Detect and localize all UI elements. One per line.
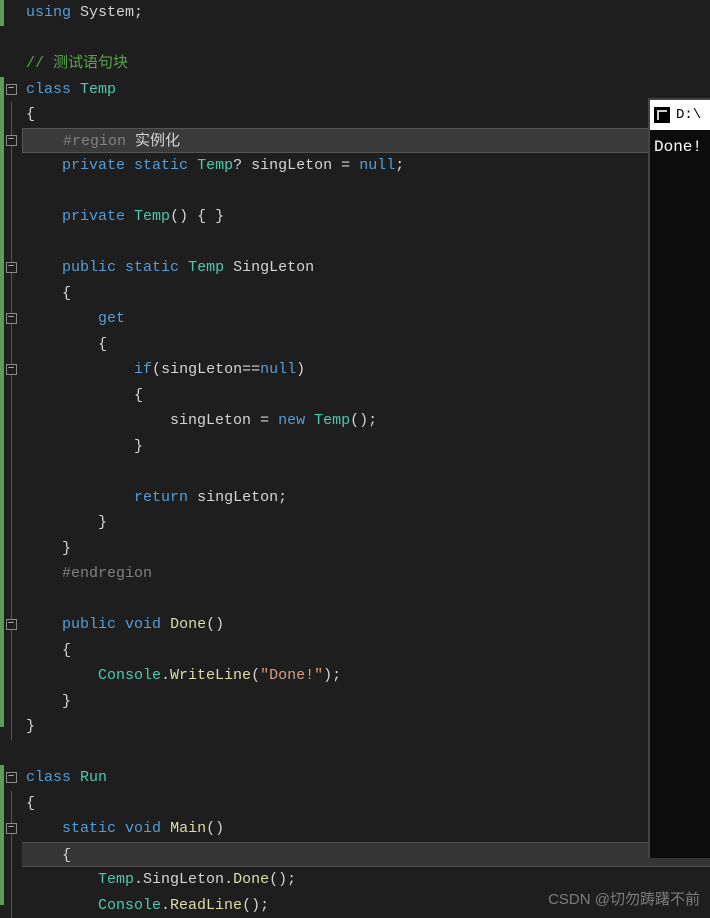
code-line[interactable]: class Temp (26, 77, 710, 103)
code-line[interactable]: class Run (26, 765, 710, 791)
code-line[interactable]: private static Temp? singLeton = null; (26, 153, 710, 179)
fold-toggle[interactable]: − (6, 364, 17, 375)
console-icon (654, 107, 670, 123)
code-line[interactable]: { (26, 102, 710, 128)
code-line[interactable]: { (22, 842, 710, 868)
code-line[interactable]: Console.WriteLine("Done!"); (26, 663, 710, 689)
console-output: Done! (650, 130, 710, 164)
code-line[interactable]: } (26, 536, 710, 562)
fold-toggle[interactable]: − (6, 313, 17, 324)
fold-toggle[interactable]: − (6, 619, 17, 630)
fold-toggle[interactable]: − (6, 772, 17, 783)
code-line[interactable]: #endregion (26, 561, 710, 587)
console-window[interactable]: D:\ Done! (648, 98, 710, 858)
code-line[interactable]: if(singLeton==null) (26, 357, 710, 383)
fold-toggle[interactable]: − (6, 84, 17, 95)
code-line[interactable]: singLeton = new Temp(); (26, 408, 710, 434)
code-line[interactable]: private Temp() { } (26, 204, 710, 230)
code-line-current[interactable]: #region 实例化 (22, 128, 710, 154)
fold-toggle[interactable]: − (6, 135, 17, 146)
code-line[interactable]: } (26, 434, 710, 460)
code-line[interactable]: } (26, 510, 710, 536)
code-content[interactable]: using System; // 测试语句块 class Temp { #reg… (22, 0, 710, 917)
code-line[interactable]: { (26, 332, 710, 358)
code-line[interactable]: { (26, 281, 710, 307)
console-title-text: D:\ (676, 107, 701, 123)
code-line[interactable]: } (26, 714, 710, 740)
code-line[interactable]: { (26, 791, 710, 817)
fold-toggle[interactable]: − (6, 823, 17, 834)
code-line[interactable]: using System; (26, 0, 710, 26)
code-line[interactable]: { (26, 383, 710, 409)
code-line[interactable]: static void Main() (26, 816, 710, 842)
code-line[interactable]: return singLeton; (26, 485, 710, 511)
fold-gutter: − − − − − − − (0, 0, 22, 917)
watermark-text: CSDN @切勿踌躇不前 (548, 888, 700, 909)
code-line[interactable]: get (26, 306, 710, 332)
code-line[interactable]: // 测试语句块 (26, 51, 710, 77)
code-editor[interactable]: − − − − − − − (0, 0, 710, 917)
code-line[interactable]: public void Done() (26, 612, 710, 638)
fold-toggle[interactable]: − (6, 262, 17, 273)
code-line[interactable]: { (26, 638, 710, 664)
code-line[interactable]: public static Temp SingLeton (26, 255, 710, 281)
console-titlebar[interactable]: D:\ (650, 100, 710, 130)
code-line[interactable]: } (26, 689, 710, 715)
